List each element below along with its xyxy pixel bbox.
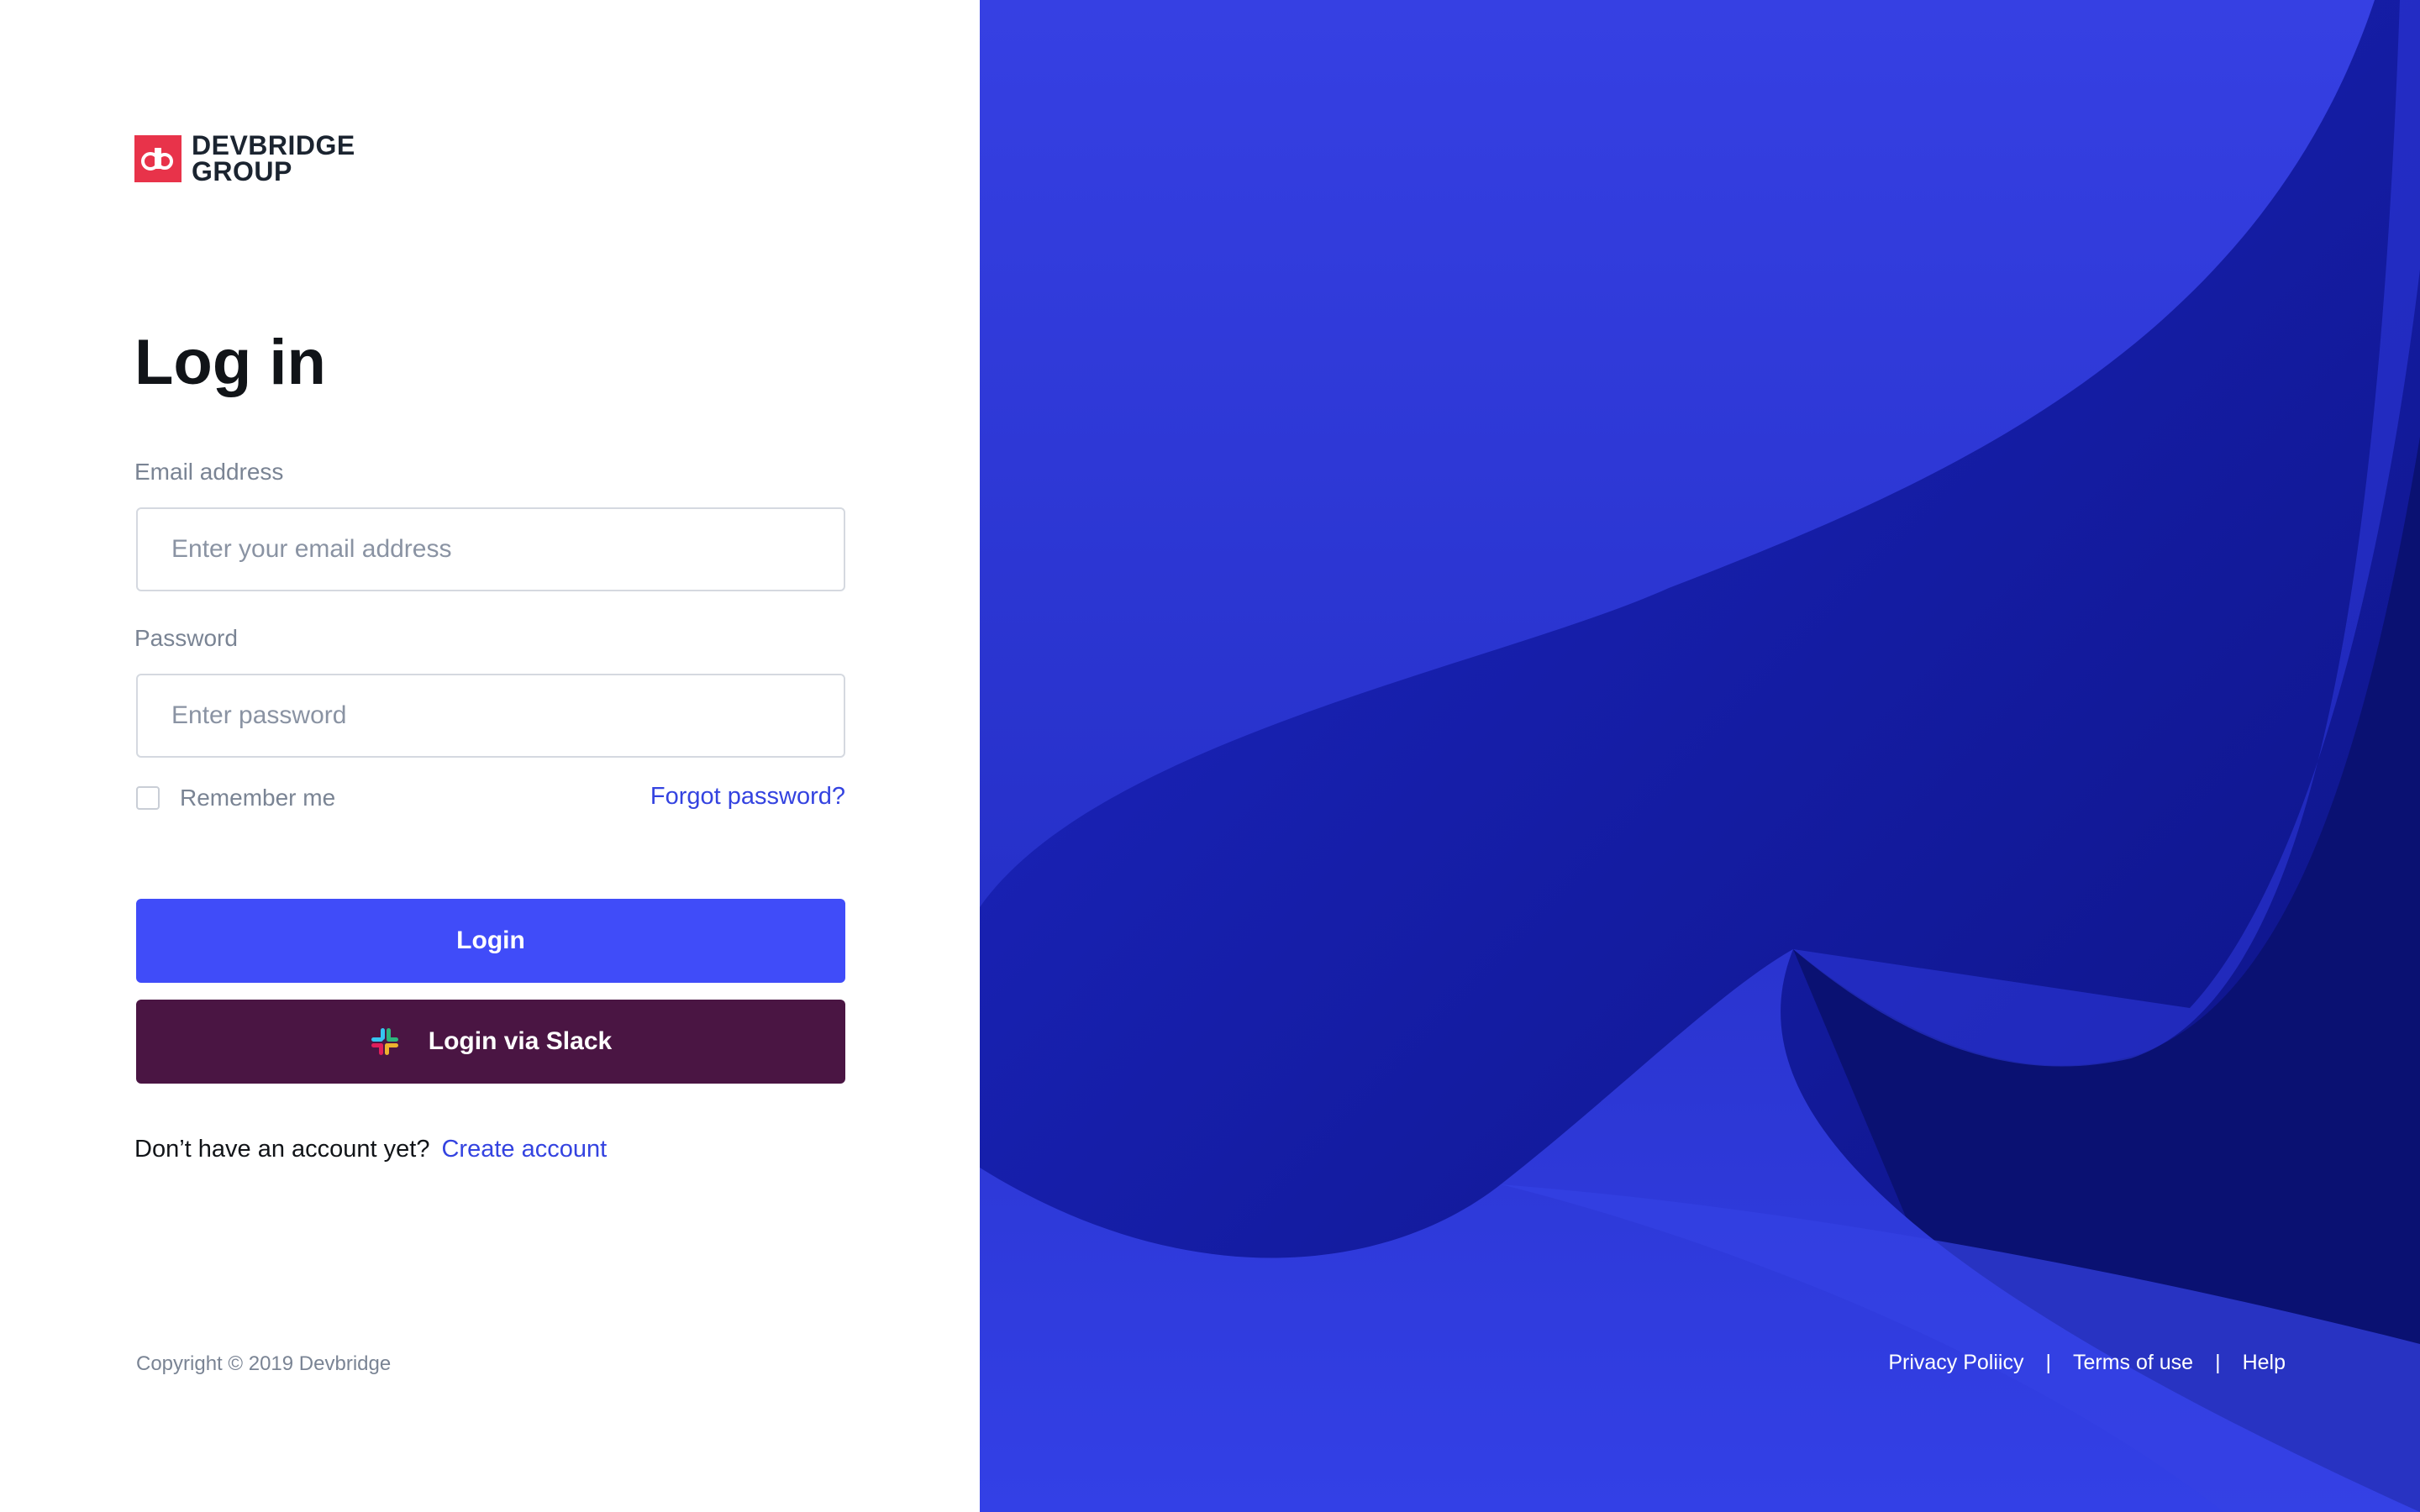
hero-background-art [980,0,2420,1512]
devbridge-logo: DEVBRIDGE GROUP [134,130,355,186]
password-label: Password [134,625,238,651]
help-link[interactable]: Help [2243,1351,2286,1375]
copyright-text: Copyright © 2019 Devbridge [136,1352,392,1375]
slack-login-button[interactable]: Login via Slack [136,1000,845,1084]
brand-line2: GROUP [192,156,292,186]
forgot-password-link[interactable]: Forgot password? [650,783,845,811]
devbridge-mark-icon [134,135,182,182]
footer-separator: | [2045,1351,2051,1374]
email-label: Email address [134,459,284,485]
login-button[interactable]: Login [136,899,845,983]
brand-name: DEVBRIDGE GROUP [192,130,355,186]
signup-prompt-text: Don’t have an account yet? [134,1136,430,1163]
footer-separator: | [2215,1351,2221,1374]
signup-prompt: Don’t have an account yet? Create accoun… [134,1136,607,1163]
terms-of-use-link[interactable]: Terms of use [2073,1351,2193,1375]
hero-panel: Privacy Poliicy | Terms of use | Help [980,0,2420,1512]
login-button-label: Login [456,927,525,954]
slack-button-label: Login via Slack [428,1027,613,1055]
remember-me[interactable]: Remember me [136,785,335,811]
create-account-link[interactable]: Create account [441,1136,607,1163]
privacy-policy-link[interactable]: Privacy Poliicy [1888,1351,2023,1375]
remember-checkbox[interactable] [136,786,160,810]
email-field[interactable] [136,507,845,591]
remember-label: Remember me [180,785,336,811]
footer-links: Privacy Poliicy | Terms of use | Help [1888,1351,2286,1375]
login-panel: DEVBRIDGE GROUP Log in Email address Pas… [0,0,980,1512]
password-field[interactable] [136,674,845,758]
brand-line1: DEVBRIDGE [192,130,355,160]
page-title: Log in [134,327,326,398]
slack-icon [371,1028,398,1055]
